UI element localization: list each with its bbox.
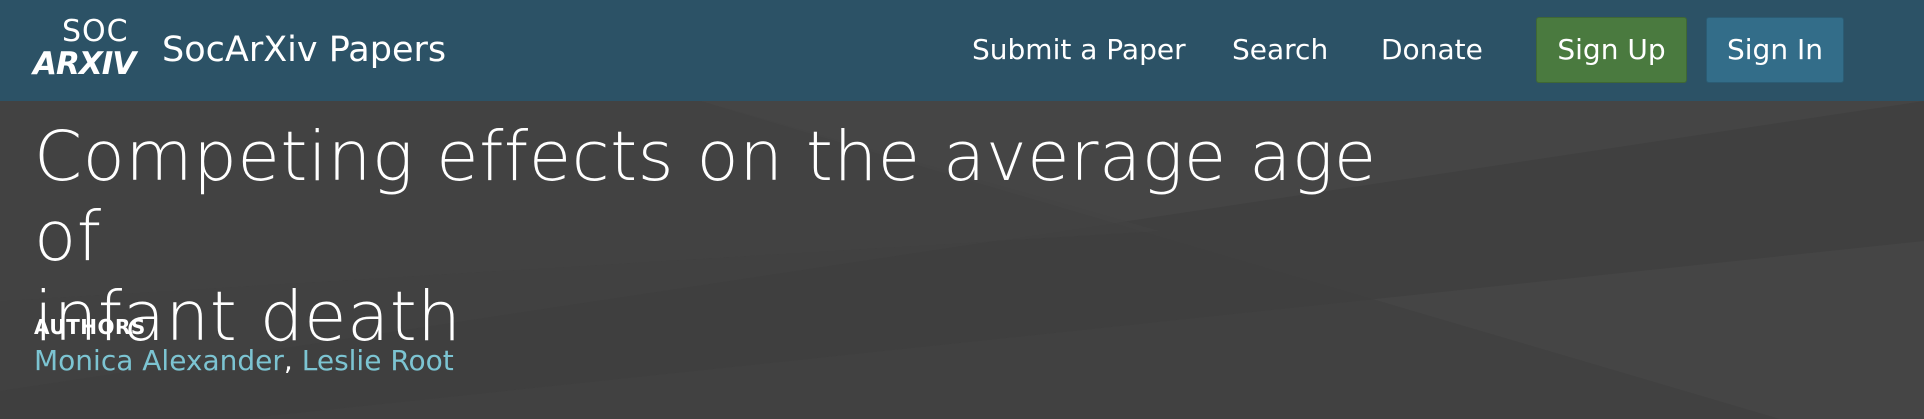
paper-title: Competing effects on the average age of … [34,117,1434,357]
top-navbar: SOC ARXIV SocArXiv Papers Submit a Paper… [0,0,1924,101]
paper-header: Competing effects on the average age of … [0,101,1924,419]
donate-link[interactable]: Donate [1381,32,1483,68]
sign-in-button[interactable]: Sign In [1706,17,1844,83]
author-link-monica-alexander[interactable]: Monica Alexander [34,344,284,377]
submit-paper-link[interactable]: Submit a Paper [972,32,1186,68]
socarxiv-logo[interactable]: SOC ARXIV [33,14,136,83]
logo-arxiv-text: ARXIV [33,46,136,82]
sign-up-button[interactable]: Sign Up [1536,17,1687,83]
paper-title-line-1: Competing effects on the average age of [34,117,1377,277]
logo-soc-text: SOC [62,14,129,49]
search-link[interactable]: Search [1232,32,1328,68]
author-separator: , [283,344,302,377]
author-link-leslie-root[interactable]: Leslie Root [302,344,454,377]
authors-list: Monica Alexander, Leslie Root [34,343,454,379]
brand-name[interactable]: SocArXiv Papers [162,28,446,72]
authors-label: AUTHORS [34,315,146,339]
